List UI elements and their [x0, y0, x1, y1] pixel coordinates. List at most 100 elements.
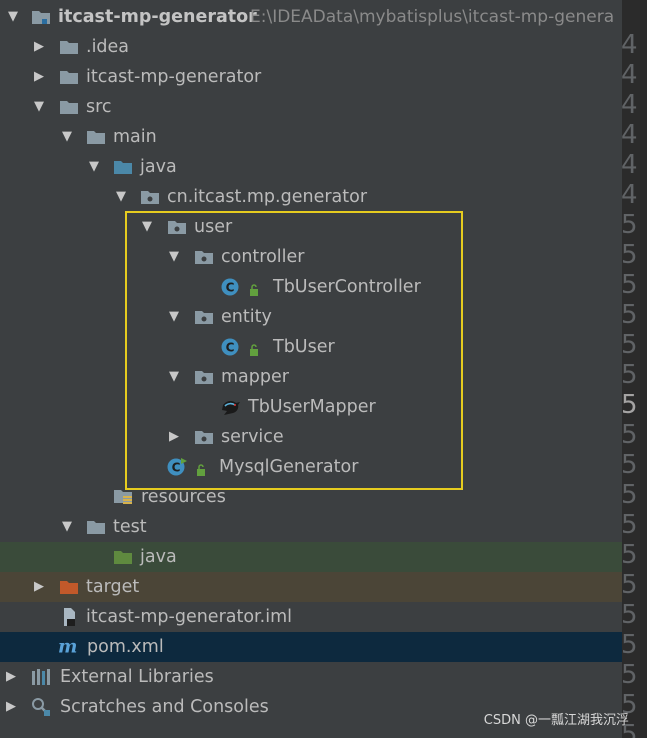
- chevron-right-icon[interactable]: ▶: [30, 32, 48, 62]
- tree-row-service[interactable]: ▶ service: [0, 422, 622, 452]
- folder-label: main: [113, 127, 157, 147]
- gutter-line-number: 5: [621, 660, 638, 690]
- chevron-right-icon[interactable]: ▶: [165, 422, 183, 452]
- svg-text:C: C: [226, 281, 235, 295]
- folder-label: java: [140, 157, 177, 177]
- root-project-label: itcast-mp-generator: [58, 7, 257, 27]
- excluded-folder-icon: [58, 577, 80, 597]
- class-label: TbUserMapper: [248, 397, 376, 417]
- chevron-down-icon[interactable]: ▼: [165, 362, 183, 392]
- svg-text:C: C: [172, 461, 181, 475]
- package-icon: [193, 367, 215, 387]
- tree-row-controller[interactable]: ▼ controller: [0, 242, 622, 272]
- chevron-right-icon[interactable]: ▶: [30, 62, 48, 92]
- tree-row-pom[interactable]: m pom.xml: [0, 632, 622, 662]
- module-folder-icon: [30, 7, 52, 27]
- resources-folder-icon: [112, 487, 134, 507]
- gutter-line-number: 4: [621, 30, 638, 60]
- tree-row-idea[interactable]: ▶ .idea: [0, 32, 622, 62]
- chevron-down-icon[interactable]: ▼: [165, 242, 183, 272]
- chevron-down-icon[interactable]: ▼: [30, 92, 48, 122]
- gutter-line-number: 5: [621, 540, 638, 570]
- folder-label: target: [86, 577, 140, 597]
- file-label: itcast-mp-generator.iml: [86, 607, 292, 627]
- folder-icon: [58, 67, 80, 87]
- tree-row-java[interactable]: ▼ java: [0, 152, 622, 182]
- test-source-folder-icon: [112, 547, 134, 567]
- root-project-path: E:\IDEAData\mybatisplus\itcast-mp-genera: [250, 7, 615, 27]
- gutter-line-number: 5: [621, 630, 638, 660]
- gutter-line-number: 5: [621, 240, 638, 270]
- tree-row-test-java[interactable]: java: [0, 542, 622, 572]
- folder-label: src: [86, 97, 112, 117]
- tree-row-entity[interactable]: ▼ entity: [0, 302, 622, 332]
- chevron-down-icon[interactable]: ▼: [165, 302, 183, 332]
- gutter-line-number: 4: [621, 60, 638, 90]
- tree-row-user[interactable]: ▼ user: [0, 212, 622, 242]
- tree-row-mapper[interactable]: ▼ mapper: [0, 362, 622, 392]
- project-tool-window: ▼ itcast-mp-generator E:\IDEAData\mybati…: [0, 0, 647, 738]
- tree-row-controller-class[interactable]: C TbUserController: [0, 272, 622, 302]
- iml-file-icon: [58, 607, 80, 627]
- tree-row-root[interactable]: ▼ itcast-mp-generator E:\IDEAData\mybati…: [0, 2, 622, 32]
- chevron-down-icon[interactable]: ▼: [138, 212, 156, 242]
- chevron-down-icon[interactable]: ▼: [58, 512, 76, 542]
- tree-row-main[interactable]: ▼ main: [0, 122, 622, 152]
- source-folder-icon: [112, 157, 134, 177]
- gutter-line-number: 4: [621, 90, 638, 120]
- package-label: cn.itcast.mp.generator: [167, 187, 368, 207]
- chevron-down-icon[interactable]: ▼: [85, 152, 103, 182]
- chevron-right-icon[interactable]: ▶: [2, 662, 20, 692]
- scratches-label: Scratches and Consoles: [60, 697, 269, 717]
- class-label: TbUser: [273, 337, 335, 357]
- tree-row-package[interactable]: ▼ cn.itcast.mp.generator: [0, 182, 622, 212]
- tree-row-target[interactable]: ▶ target: [0, 572, 622, 602]
- chevron-right-icon[interactable]: ▶: [2, 692, 20, 722]
- package-label: entity: [221, 307, 272, 327]
- class-label: MysqlGenerator: [219, 457, 359, 477]
- tree-row-iml[interactable]: itcast-mp-generator.iml: [0, 602, 622, 632]
- tree-row-src[interactable]: ▼ src: [0, 92, 622, 122]
- folder-label: java: [140, 547, 177, 567]
- tree-row-module[interactable]: ▶ itcast-mp-generator: [0, 62, 622, 92]
- folder-label: resources: [141, 487, 226, 507]
- gutter-line-number: 5: [621, 450, 638, 480]
- gutter-line-number: 5: [621, 480, 638, 510]
- editor-gutter: 444444555555555555555555: [621, 0, 647, 738]
- tree-row-mapper-class[interactable]: TbUserMapper: [0, 392, 622, 422]
- gutter-line-number: 5: [621, 570, 638, 600]
- public-access-icon: [196, 461, 206, 476]
- chevron-right-icon[interactable]: ▶: [30, 572, 48, 602]
- folder-icon: [85, 517, 107, 537]
- gutter-line-number: 5: [621, 210, 638, 240]
- tree-row-generator-class[interactable]: C MysqlGenerator: [0, 452, 622, 482]
- gutter-line-number: 5: [621, 330, 638, 360]
- watermark: CSDN @一瓢江湖我沉浮: [483, 713, 629, 728]
- tree-row-external-libraries[interactable]: ▶ External Libraries: [0, 662, 622, 692]
- gutter-line-number: 5: [621, 360, 638, 390]
- gutter-line-number: 5: [621, 600, 638, 630]
- folder-label: .idea: [86, 37, 130, 57]
- project-tree: ▼ itcast-mp-generator E:\IDEAData\mybati…: [0, 2, 622, 722]
- mybatis-bird-icon: [220, 397, 242, 417]
- folder-icon: [58, 37, 80, 57]
- package-icon: [193, 307, 215, 327]
- package-label: mapper: [221, 367, 289, 387]
- chevron-down-icon[interactable]: ▼: [112, 182, 130, 212]
- package-icon: [193, 247, 215, 267]
- folder-label: test: [113, 517, 147, 537]
- tree-row-resources[interactable]: resources: [0, 482, 622, 512]
- svg-text:C: C: [226, 341, 235, 355]
- maven-icon: m: [58, 637, 80, 657]
- package-icon: [166, 217, 188, 237]
- file-label: pom.xml: [87, 637, 164, 657]
- public-access-icon: [249, 281, 259, 296]
- chevron-down-icon[interactable]: ▼: [58, 122, 76, 152]
- class-icon: C: [219, 337, 241, 357]
- public-access-icon: [249, 341, 259, 356]
- gutter-line-number: 5: [621, 390, 638, 420]
- chevron-down-icon[interactable]: ▼: [4, 2, 22, 32]
- gutter-line-number: 5: [621, 510, 638, 540]
- tree-row-test[interactable]: ▼ test: [0, 512, 622, 542]
- tree-row-entity-class[interactable]: C TbUser: [0, 332, 622, 362]
